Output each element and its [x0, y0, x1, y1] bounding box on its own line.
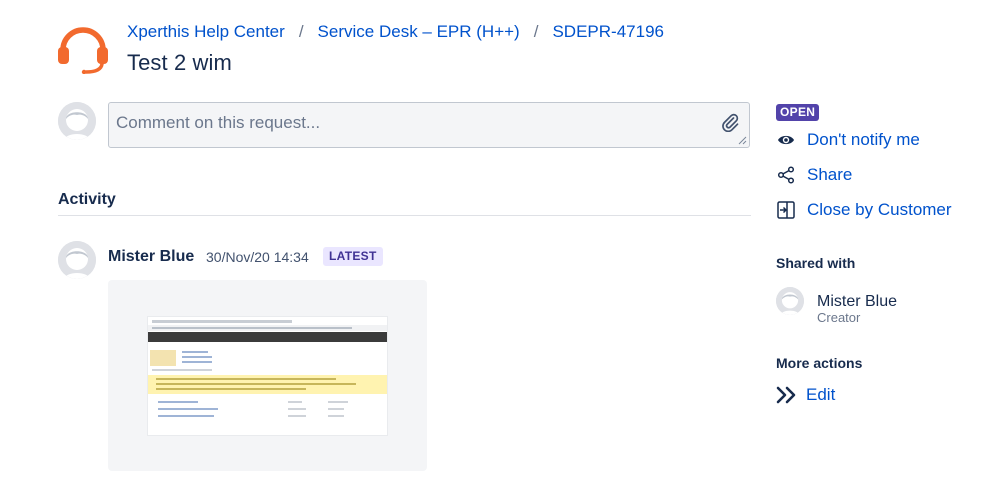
breadcrumb-request-key[interactable]: SDEPR-47196 [552, 22, 664, 42]
breadcrumb: Xperthis Help Center / Service Desk – EP… [127, 22, 664, 42]
breadcrumb-service-desk[interactable]: Service Desk – EPR (H++) [318, 22, 520, 42]
eye-icon [776, 130, 796, 150]
help-center-logo[interactable] [55, 22, 111, 75]
comment-timestamp: 30/Nov/20 14:34 [206, 249, 309, 265]
share-button[interactable]: Share [776, 165, 852, 185]
comment-input[interactable]: Comment on this request... [108, 102, 750, 148]
close-by-customer-label: Close by Customer [807, 200, 952, 219]
paperclip-icon[interactable] [721, 112, 739, 132]
divider [58, 215, 751, 216]
comment-placeholder: Comment on this request... [116, 113, 321, 132]
default-avatar-icon [58, 241, 96, 279]
default-avatar-icon [58, 102, 96, 140]
close-by-customer-button[interactable]: Close by Customer [776, 200, 952, 220]
double-chevron-right-icon [776, 385, 798, 405]
breadcrumb-separator: / [533, 22, 539, 41]
comment-author: Mister Blue [108, 248, 195, 265]
shared-user-name: Mister Blue [817, 293, 898, 310]
close-request-icon [776, 200, 796, 220]
share-label: Share [807, 165, 853, 184]
dont-notify-label: Don't notify me [807, 130, 920, 149]
status-badge: OPEN [776, 104, 820, 121]
current-user-avatar [58, 102, 96, 140]
shared-user-avatar [776, 287, 804, 315]
default-avatar-icon [776, 287, 804, 315]
page-title: Test 2 wim [127, 50, 232, 75]
more-actions-heading: More actions [776, 355, 863, 371]
screenshot-thumbnail [148, 317, 387, 435]
edit-button[interactable]: Edit [776, 385, 835, 405]
share-icon [776, 165, 796, 185]
resize-handle-icon[interactable] [738, 136, 747, 145]
attachment-preview[interactable] [108, 280, 427, 471]
headset-icon [58, 27, 108, 75]
activity-heading: Activity [58, 191, 116, 208]
breadcrumb-help-center[interactable]: Xperthis Help Center [127, 22, 285, 42]
shared-user-role: Creator [817, 310, 861, 325]
author-avatar [58, 241, 96, 279]
edit-label: Edit [806, 385, 836, 404]
shared-with-heading: Shared with [776, 255, 856, 271]
breadcrumb-separator: / [298, 22, 304, 41]
latest-badge: LATEST [323, 247, 383, 266]
dont-notify-button[interactable]: Don't notify me [776, 130, 920, 150]
